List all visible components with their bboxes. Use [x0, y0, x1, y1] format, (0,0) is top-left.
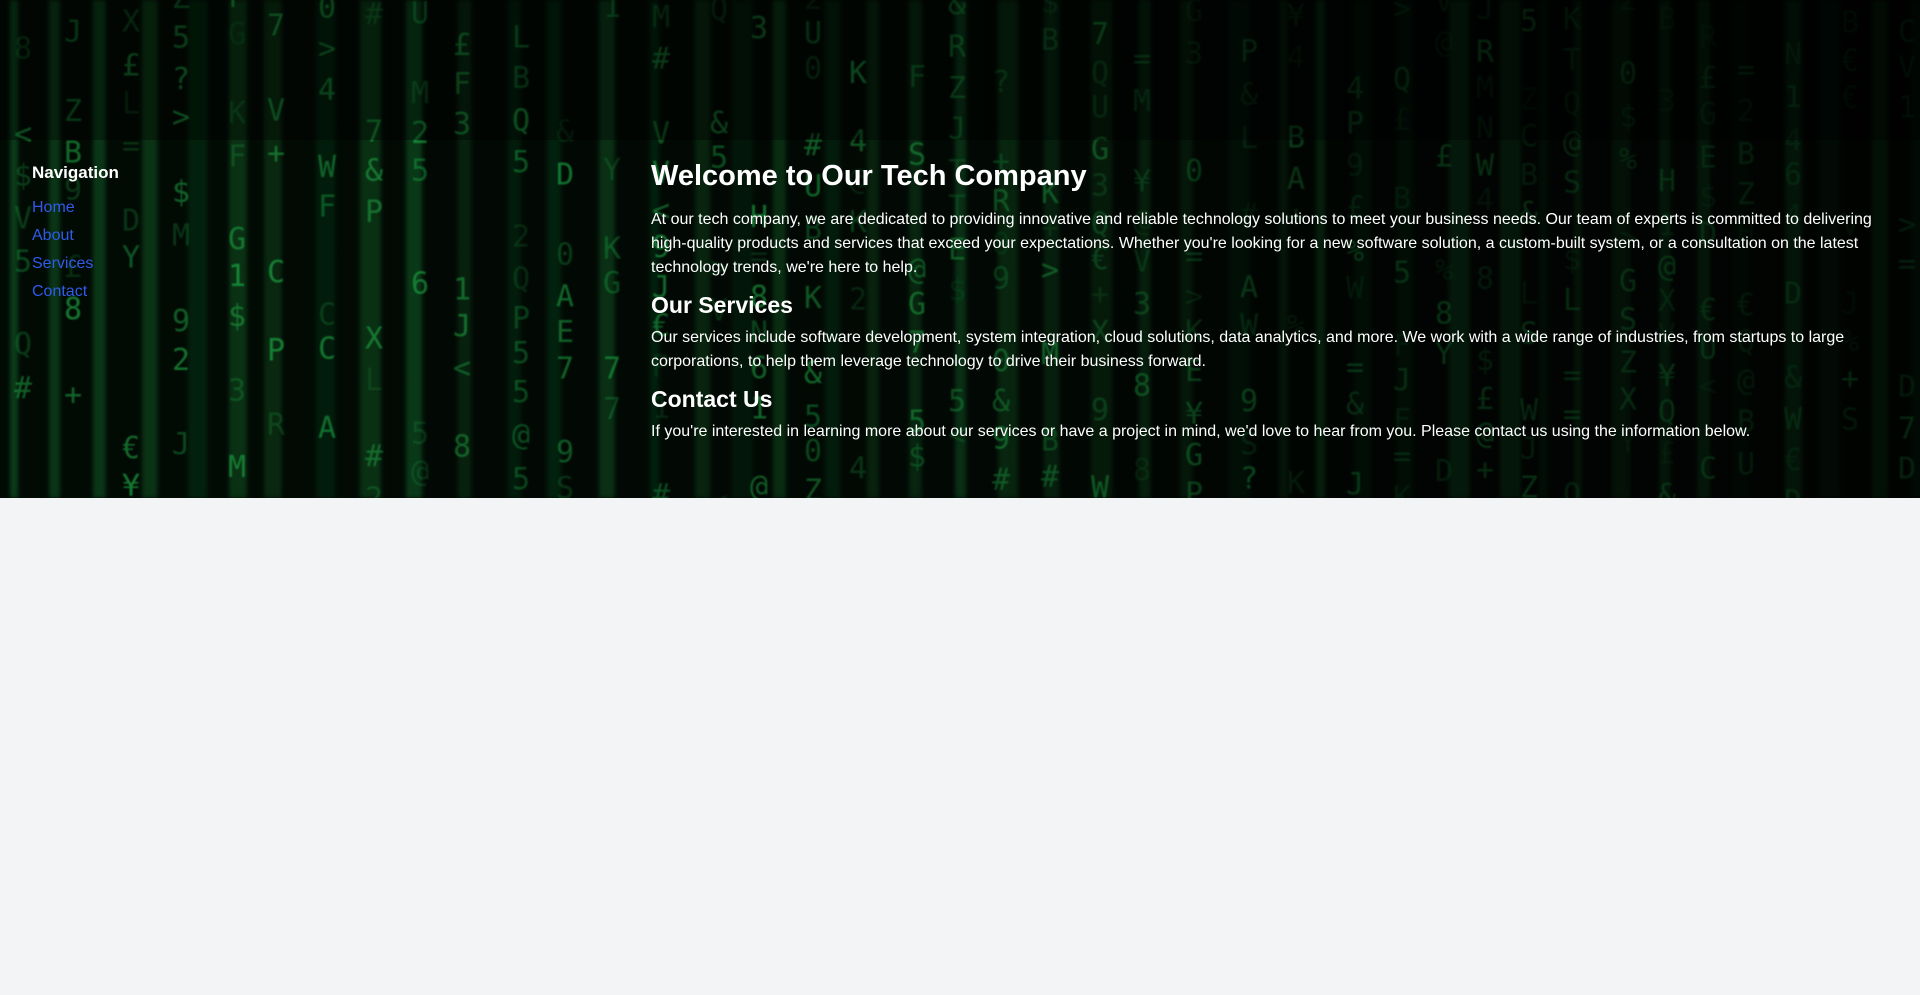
- nav-heading: Navigation: [32, 163, 119, 182]
- contact-paragraph: If you're interested in learning more ab…: [651, 423, 1751, 440]
- contact-heading: Contact Us: [651, 386, 773, 412]
- page-title: Welcome to Our Tech Company: [651, 160, 1087, 192]
- nav-link-services[interactable]: Services: [32, 255, 93, 272]
- main-content: Welcome to Our Tech Company At our tech …: [651, 156, 1891, 452]
- hero-section: 98<$V5Q#JZB9£8+X£L=DY€¥Z5?>$M92JFGKFG1$3…: [0, 0, 1920, 498]
- intro-paragraph: At our tech company, we are dedicated to…: [651, 211, 1872, 276]
- services-paragraph: Our services include software developmen…: [651, 329, 1845, 370]
- nav-list: Home About Services Contact: [32, 194, 332, 306]
- nav-link-contact[interactable]: Contact: [32, 283, 87, 300]
- nav-link-home[interactable]: Home: [32, 199, 75, 216]
- sidebar-navigation: Navigation Home About Services Contact: [32, 162, 332, 306]
- nav-item-contact: Contact: [32, 278, 332, 306]
- nav-item-about: About: [32, 222, 332, 250]
- nav-item-services: Services: [32, 250, 332, 278]
- services-heading: Our Services: [651, 292, 793, 318]
- nav-link-about[interactable]: About: [32, 227, 74, 244]
- nav-item-home: Home: [32, 194, 332, 222]
